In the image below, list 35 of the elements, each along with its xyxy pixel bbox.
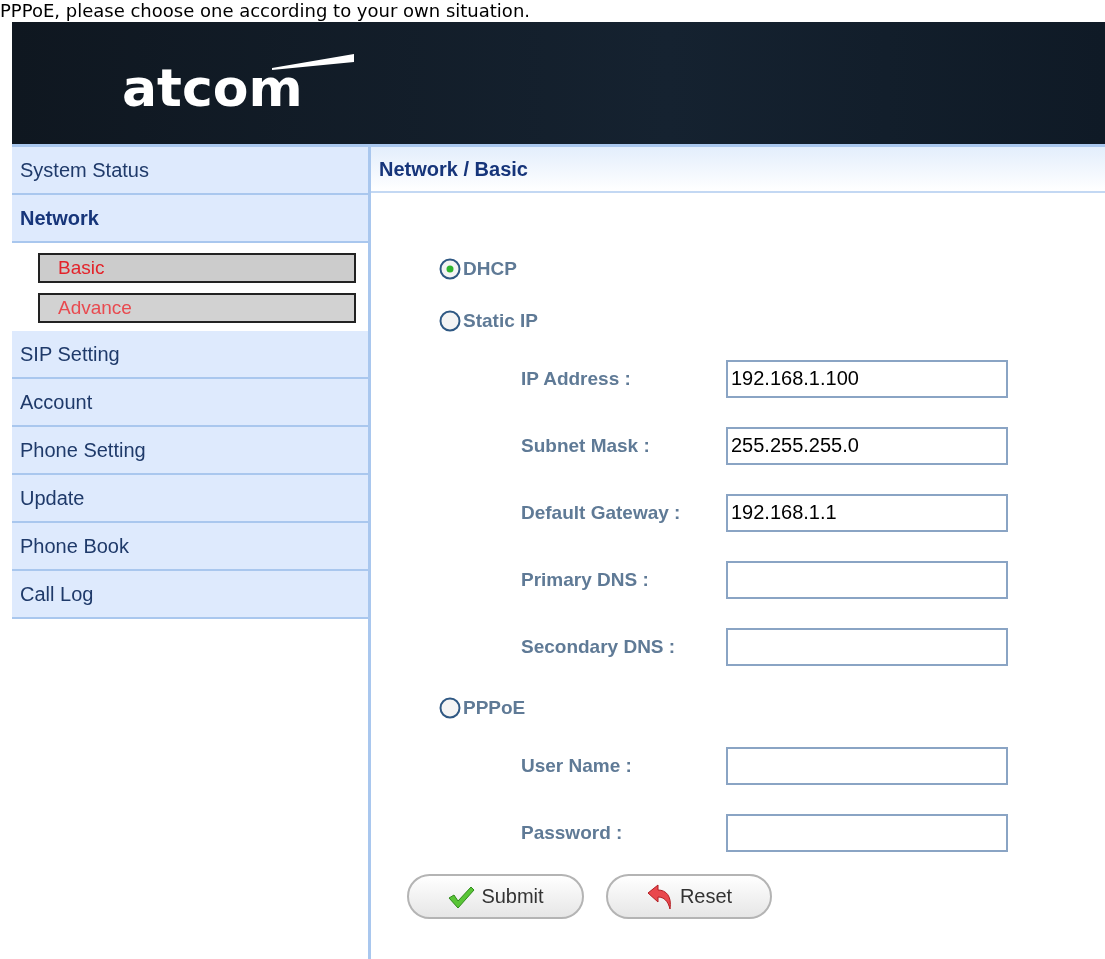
input-field[interactable]: 255.255.255.0 <box>726 426 1008 465</box>
sidebar-item[interactable]: Update <box>12 475 368 523</box>
input-field[interactable]: 192.168.1.1 <box>726 493 1008 532</box>
input-field[interactable] <box>726 560 1008 599</box>
input-field[interactable] <box>726 813 1008 852</box>
submit-button[interactable]: Submit <box>407 874 584 919</box>
field-label: Secondary DNS : <box>521 635 677 658</box>
field-label: Password : <box>521 821 624 844</box>
logo: atcom <box>122 48 362 118</box>
radio-button[interactable] <box>439 697 461 719</box>
field-label: Primary DNS : <box>521 568 650 591</box>
field-label: Subnet Mask : <box>521 434 651 457</box>
input-field[interactable] <box>726 627 1008 666</box>
sidebar-item[interactable]: Account <box>12 379 368 427</box>
radio-button[interactable] <box>439 258 461 280</box>
caption-text: PPPoE, please choose one according to your own situation. <box>0 0 530 22</box>
input-field[interactable]: 192.168.1.100 <box>726 359 1008 398</box>
check-icon <box>447 884 476 909</box>
breadcrumb: Network / Basic <box>371 144 1105 193</box>
sidebar-item[interactable]: Phone Book <box>12 523 368 571</box>
undo-arrow-icon <box>645 883 674 910</box>
sidebar-item[interactable]: Phone Setting <box>12 427 368 475</box>
field-label: IP Address : <box>521 367 632 390</box>
sidebar-item[interactable]: SIP Setting <box>12 331 368 379</box>
radio-label: DHCP <box>463 258 517 280</box>
field-label: User Name : <box>521 754 633 777</box>
sidebar-item[interactable]: Call Log <box>12 571 368 619</box>
radio-label: PPPoE <box>463 697 526 719</box>
sidebar-item[interactable]: System Status <box>12 147 368 195</box>
radio-label: Static IP <box>463 310 538 332</box>
sidebar-item[interactable]: Network <box>12 195 368 243</box>
reset-button[interactable]: Reset <box>606 874 772 919</box>
radio-button[interactable] <box>439 310 461 332</box>
field-label: Default Gateway : <box>521 501 682 524</box>
input-field[interactable] <box>726 746 1008 785</box>
